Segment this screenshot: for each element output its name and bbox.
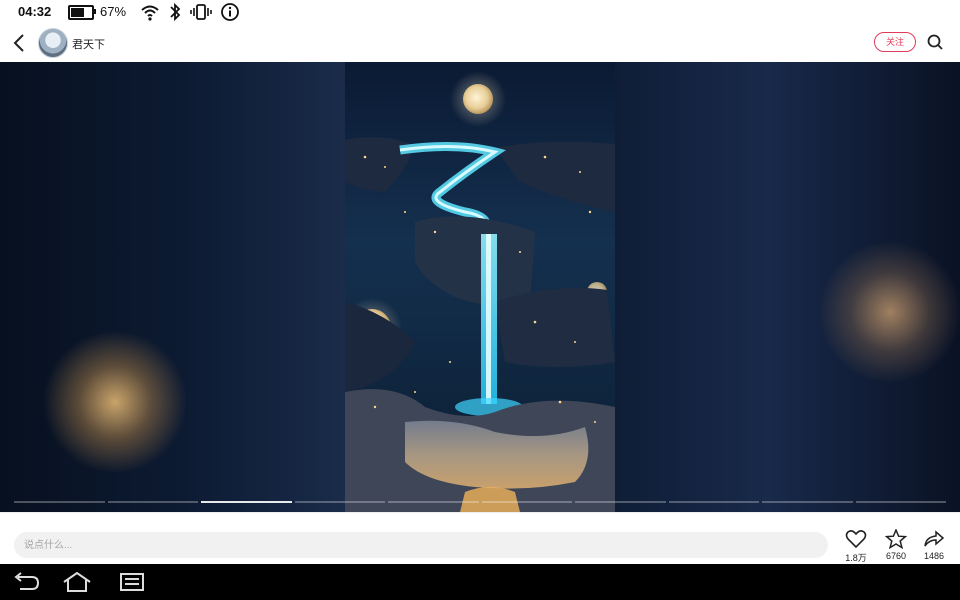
image-viewer[interactable] bbox=[0, 62, 960, 512]
share-button[interactable]: 1486 bbox=[919, 529, 949, 561]
back-nav-icon[interactable] bbox=[12, 572, 42, 592]
slide-indicator-segment bbox=[481, 501, 572, 503]
action-bar: 1.8万 6760 1486 bbox=[0, 512, 960, 565]
share-count: 1486 bbox=[923, 551, 945, 561]
info-icon bbox=[221, 3, 239, 21]
star-icon bbox=[885, 529, 907, 549]
avatar[interactable] bbox=[38, 28, 68, 58]
battery-icon bbox=[68, 5, 94, 20]
slide-indicator bbox=[14, 501, 946, 503]
slide-indicator-segment bbox=[14, 501, 105, 503]
follow-button[interactable]: 关注 bbox=[874, 32, 916, 52]
status-bar: 04:32 67% bbox=[0, 0, 960, 24]
clock: 04:32 bbox=[18, 4, 52, 19]
favorite-button[interactable]: 6760 bbox=[881, 529, 911, 561]
author-name[interactable]: 君天下 bbox=[72, 36, 105, 52]
slide-indicator-segment bbox=[201, 501, 292, 503]
slide-indicator-segment bbox=[107, 501, 198, 503]
comment-input[interactable] bbox=[14, 532, 828, 558]
post-header: 君天下 关注 bbox=[0, 24, 960, 62]
slide-indicator-segment bbox=[388, 501, 479, 503]
slide-indicator-segment bbox=[575, 501, 666, 503]
search-icon[interactable] bbox=[926, 33, 944, 51]
system-nav-bar bbox=[0, 564, 960, 600]
post-image[interactable] bbox=[345, 62, 615, 512]
slide-indicator-segment bbox=[855, 501, 946, 503]
bluetooth-icon bbox=[170, 2, 181, 22]
back-arrow-icon[interactable] bbox=[10, 32, 30, 54]
home-nav-icon[interactable] bbox=[62, 572, 92, 592]
battery-percent: 67% bbox=[100, 4, 127, 19]
blurred-background-glow bbox=[40, 332, 190, 472]
slide-indicator-segment bbox=[762, 501, 853, 503]
like-button[interactable]: 1.8万 bbox=[841, 529, 871, 564]
like-count: 1.8万 bbox=[845, 553, 867, 563]
blurred-background-glow bbox=[820, 242, 960, 382]
vibrate-icon bbox=[190, 4, 212, 20]
share-icon bbox=[924, 530, 945, 547]
recents-nav-icon[interactable] bbox=[118, 572, 148, 592]
battery-tip bbox=[94, 9, 96, 14]
favorite-count: 6760 bbox=[885, 551, 907, 561]
wifi-icon bbox=[141, 5, 159, 21]
heart-icon bbox=[845, 530, 867, 549]
slide-indicator-segment bbox=[294, 501, 385, 503]
slide-indicator-segment bbox=[668, 501, 759, 503]
